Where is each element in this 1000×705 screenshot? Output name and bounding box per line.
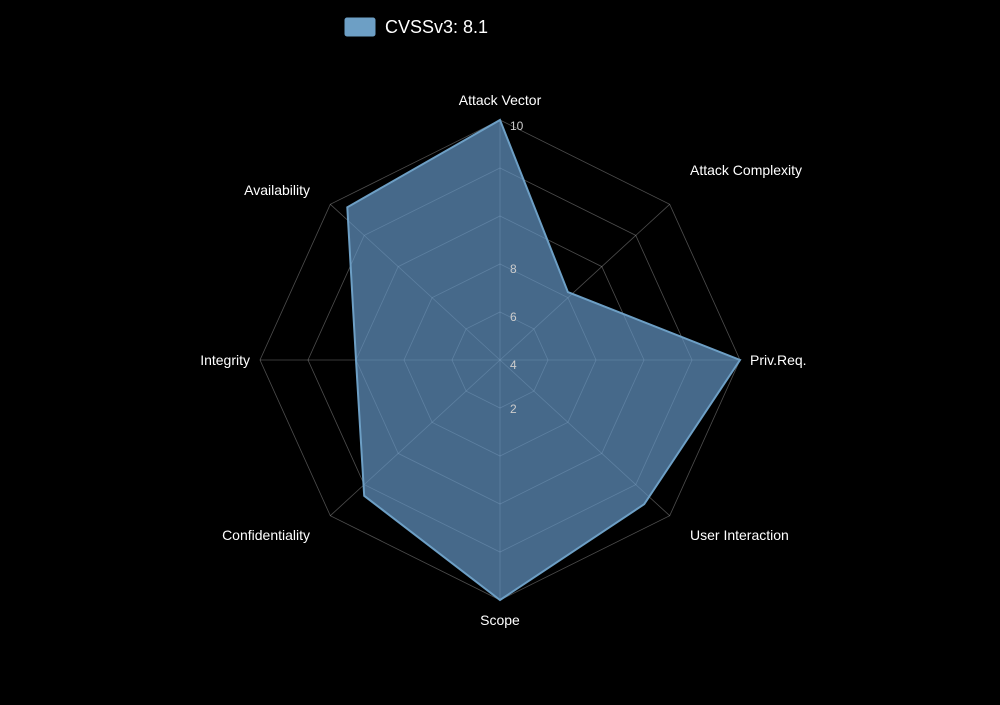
label-integrity: Integrity bbox=[200, 352, 250, 368]
grid-label-10: 10 bbox=[510, 119, 524, 133]
label-confidentiality: Confidentiality bbox=[222, 527, 310, 543]
label-priv-req: Priv.Req. bbox=[750, 352, 807, 368]
grid-label-4: 4 bbox=[510, 358, 517, 372]
legend-label: CVSSv3: 8.1 bbox=[385, 17, 488, 37]
grid-label-2: 2 bbox=[510, 402, 517, 416]
label-attack-complexity: Attack Complexity bbox=[690, 162, 802, 178]
label-availability: Availability bbox=[244, 182, 310, 198]
label-scope: Scope bbox=[480, 612, 520, 628]
radar-chart: CVSSv3: 8.1 bbox=[0, 0, 1000, 700]
chart-container: CVSSv3: 8.1 bbox=[0, 0, 1000, 700]
grid-label-8: 8 bbox=[510, 262, 517, 276]
label-attack-vector: Attack Vector bbox=[459, 92, 542, 108]
label-user-interaction: User Interaction bbox=[690, 527, 789, 543]
legend-color-box bbox=[345, 18, 375, 36]
grid-label-6: 6 bbox=[510, 310, 517, 324]
radar-data-polygon bbox=[347, 120, 740, 600]
